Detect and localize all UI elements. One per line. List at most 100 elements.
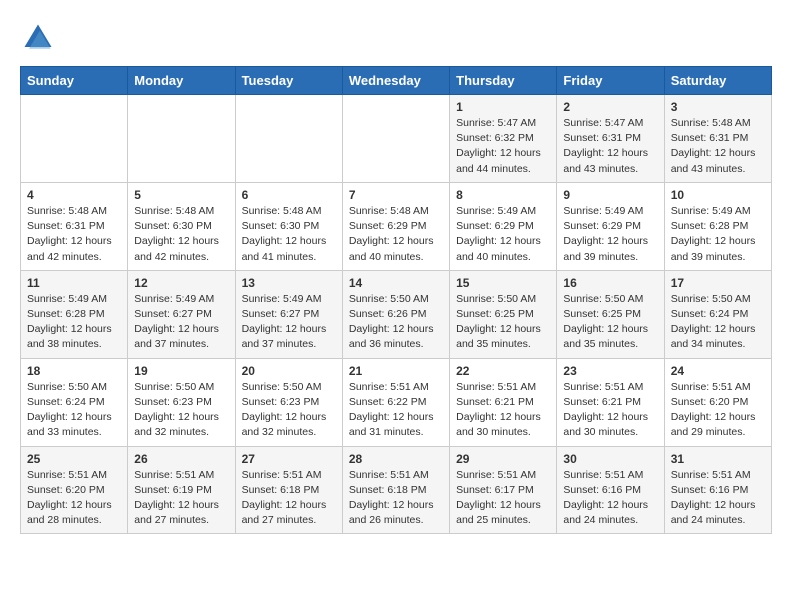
day-header-monday: Monday — [128, 67, 235, 95]
day-number: 8 — [456, 188, 550, 202]
calendar-cell: 29 Sunrise: 5:51 AM Sunset: 6:17 PM Dayli… — [450, 446, 557, 534]
day-info: Sunrise: 5:49 AM Sunset: 6:27 PM Dayligh… — [242, 292, 336, 353]
calendar-cell: 20 Sunrise: 5:50 AM Sunset: 6:23 PM Dayli… — [235, 358, 342, 446]
calendar-cell: 19 Sunrise: 5:50 AM Sunset: 6:23 PM Dayli… — [128, 358, 235, 446]
calendar-cell: 22 Sunrise: 5:51 AM Sunset: 6:21 PM Dayli… — [450, 358, 557, 446]
day-number: 30 — [563, 452, 657, 466]
day-info: Sunrise: 5:48 AM Sunset: 6:31 PM Dayligh… — [27, 204, 121, 265]
day-number: 31 — [671, 452, 765, 466]
day-number: 15 — [456, 276, 550, 290]
day-info: Sunrise: 5:50 AM Sunset: 6:26 PM Dayligh… — [349, 292, 443, 353]
day-info: Sunrise: 5:48 AM Sunset: 6:29 PM Dayligh… — [349, 204, 443, 265]
day-number: 14 — [349, 276, 443, 290]
day-number: 10 — [671, 188, 765, 202]
calendar-table: SundayMondayTuesdayWednesdayThursdayFrid… — [20, 66, 772, 534]
day-info: Sunrise: 5:50 AM Sunset: 6:23 PM Dayligh… — [134, 380, 228, 441]
week-row-1: 1Sunrise: 5:47 AM Sunset: 6:32 PM Daylig… — [21, 95, 772, 183]
day-info: Sunrise: 5:51 AM Sunset: 6:20 PM Dayligh… — [27, 468, 121, 529]
calendar-cell: 21 Sunrise: 5:51 AM Sunset: 6:22 PM Dayli… — [342, 358, 449, 446]
day-info: Sunrise: 5:49 AM Sunset: 6:28 PM Dayligh… — [27, 292, 121, 353]
day-header-sunday: Sunday — [21, 67, 128, 95]
day-info: Sunrise: 5:49 AM Sunset: 6:27 PM Dayligh… — [134, 292, 228, 353]
day-number: 6 — [242, 188, 336, 202]
day-number: 22 — [456, 364, 550, 378]
day-number: 19 — [134, 364, 228, 378]
day-header-saturday: Saturday — [664, 67, 771, 95]
calendar-cell: 31 Sunrise: 5:51 AM Sunset: 6:16 PM Dayli… — [664, 446, 771, 534]
calendar-cell: 10Sunrise: 5:49 AM Sunset: 6:28 PM Dayli… — [664, 182, 771, 270]
day-info: Sunrise: 5:48 AM Sunset: 6:30 PM Dayligh… — [242, 204, 336, 265]
day-info: Sunrise: 5:50 AM Sunset: 6:25 PM Dayligh… — [456, 292, 550, 353]
day-number: 9 — [563, 188, 657, 202]
calendar-cell: 2 Sunrise: 5:47 AM Sunset: 6:31 PM Daylig… — [557, 95, 664, 183]
calendar-cell: 9Sunrise: 5:49 AM Sunset: 6:29 PM Daylig… — [557, 182, 664, 270]
day-info: Sunrise: 5:48 AM Sunset: 6:30 PM Dayligh… — [134, 204, 228, 265]
calendar-cell: 3Sunrise: 5:48 AM Sunset: 6:31 PM Daylig… — [664, 95, 771, 183]
calendar-cell: 8Sunrise: 5:49 AM Sunset: 6:29 PM Daylig… — [450, 182, 557, 270]
day-number: 20 — [242, 364, 336, 378]
calendar-cell: 26 Sunrise: 5:51 AM Sunset: 6:19 PM Dayli… — [128, 446, 235, 534]
day-number: 18 — [27, 364, 121, 378]
day-info: Sunrise: 5:51 AM Sunset: 6:19 PM Dayligh… — [134, 468, 228, 529]
day-number: 29 — [456, 452, 550, 466]
page-header — [20, 20, 772, 56]
calendar-cell — [342, 95, 449, 183]
calendar-cell: 30 Sunrise: 5:51 AM Sunset: 6:16 PM Dayli… — [557, 446, 664, 534]
week-row-4: 18 Sunrise: 5:50 AM Sunset: 6:24 PM Dayli… — [21, 358, 772, 446]
day-number: 3 — [671, 100, 765, 114]
day-number: 17 — [671, 276, 765, 290]
calendar-cell: 7 Sunrise: 5:48 AM Sunset: 6:29 PM Daylig… — [342, 182, 449, 270]
day-header-thursday: Thursday — [450, 67, 557, 95]
calendar-cell: 1Sunrise: 5:47 AM Sunset: 6:32 PM Daylig… — [450, 95, 557, 183]
day-number: 12 — [134, 276, 228, 290]
day-number: 1 — [456, 100, 550, 114]
day-number: 4 — [27, 188, 121, 202]
day-info: Sunrise: 5:50 AM Sunset: 6:24 PM Dayligh… — [27, 380, 121, 441]
day-info: Sunrise: 5:51 AM Sunset: 6:21 PM Dayligh… — [456, 380, 550, 441]
calendar-cell: 12 Sunrise: 5:49 AM Sunset: 6:27 PM Dayli… — [128, 270, 235, 358]
day-info: Sunrise: 5:51 AM Sunset: 6:21 PM Dayligh… — [563, 380, 657, 441]
day-info: Sunrise: 5:51 AM Sunset: 6:18 PM Dayligh… — [349, 468, 443, 529]
day-info: Sunrise: 5:51 AM Sunset: 6:16 PM Dayligh… — [671, 468, 765, 529]
logo-icon — [20, 20, 56, 56]
day-info: Sunrise: 5:50 AM Sunset: 6:23 PM Dayligh… — [242, 380, 336, 441]
logo — [20, 20, 60, 56]
week-row-3: 11 Sunrise: 5:49 AM Sunset: 6:28 PM Dayli… — [21, 270, 772, 358]
header-row: SundayMondayTuesdayWednesdayThursdayFrid… — [21, 67, 772, 95]
day-info: Sunrise: 5:50 AM Sunset: 6:24 PM Dayligh… — [671, 292, 765, 353]
calendar-cell: 23Sunrise: 5:51 AM Sunset: 6:21 PM Dayli… — [557, 358, 664, 446]
day-number: 7 — [349, 188, 443, 202]
day-info: Sunrise: 5:51 AM Sunset: 6:22 PM Dayligh… — [349, 380, 443, 441]
day-number: 27 — [242, 452, 336, 466]
day-number: 13 — [242, 276, 336, 290]
calendar-cell: 18 Sunrise: 5:50 AM Sunset: 6:24 PM Dayli… — [21, 358, 128, 446]
day-number: 26 — [134, 452, 228, 466]
day-number: 25 — [27, 452, 121, 466]
day-header-wednesday: Wednesday — [342, 67, 449, 95]
calendar-cell — [235, 95, 342, 183]
day-info: Sunrise: 5:51 AM Sunset: 6:17 PM Dayligh… — [456, 468, 550, 529]
day-number: 11 — [27, 276, 121, 290]
day-header-friday: Friday — [557, 67, 664, 95]
day-number: 2 — [563, 100, 657, 114]
calendar-cell: 17 Sunrise: 5:50 AM Sunset: 6:24 PM Dayli… — [664, 270, 771, 358]
calendar-cell: 28Sunrise: 5:51 AM Sunset: 6:18 PM Dayli… — [342, 446, 449, 534]
day-number: 5 — [134, 188, 228, 202]
calendar-cell: 25 Sunrise: 5:51 AM Sunset: 6:20 PM Dayli… — [21, 446, 128, 534]
day-number: 24 — [671, 364, 765, 378]
calendar-cell: 15 Sunrise: 5:50 AM Sunset: 6:25 PM Dayli… — [450, 270, 557, 358]
calendar-cell — [128, 95, 235, 183]
week-row-2: 4 Sunrise: 5:48 AM Sunset: 6:31 PM Daylig… — [21, 182, 772, 270]
calendar-cell: 5 Sunrise: 5:48 AM Sunset: 6:30 PM Daylig… — [128, 182, 235, 270]
day-info: Sunrise: 5:47 AM Sunset: 6:31 PM Dayligh… — [563, 116, 657, 177]
calendar-cell: 11 Sunrise: 5:49 AM Sunset: 6:28 PM Dayli… — [21, 270, 128, 358]
day-info: Sunrise: 5:51 AM Sunset: 6:16 PM Dayligh… — [563, 468, 657, 529]
week-row-5: 25 Sunrise: 5:51 AM Sunset: 6:20 PM Dayli… — [21, 446, 772, 534]
day-number: 16 — [563, 276, 657, 290]
day-header-tuesday: Tuesday — [235, 67, 342, 95]
calendar-cell — [21, 95, 128, 183]
day-number: 21 — [349, 364, 443, 378]
calendar-cell: 14 Sunrise: 5:50 AM Sunset: 6:26 PM Dayli… — [342, 270, 449, 358]
calendar-cell: 4 Sunrise: 5:48 AM Sunset: 6:31 PM Daylig… — [21, 182, 128, 270]
calendar-cell: 13 Sunrise: 5:49 AM Sunset: 6:27 PM Dayli… — [235, 270, 342, 358]
